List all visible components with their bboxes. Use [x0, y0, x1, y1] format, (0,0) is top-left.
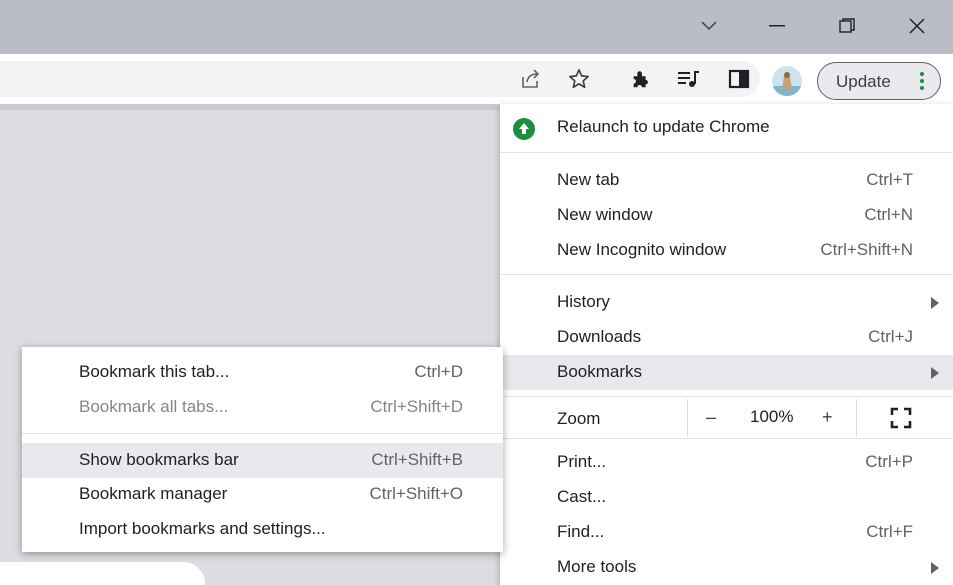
menu-item-label: New tab — [557, 170, 620, 189]
submenu-arrow-icon — [931, 562, 939, 574]
submenu-item-label: Import bookmarks and settings... — [79, 519, 326, 538]
menu-item-new-window[interactable]: New window Ctrl+N — [500, 198, 953, 233]
menu-item-shortcut: Ctrl+F — [866, 522, 913, 541]
menu-divider — [500, 274, 953, 275]
submenu-item-shortcut: Ctrl+D — [414, 362, 463, 381]
zoom-out-button[interactable]: – — [706, 407, 716, 428]
menu-item-label: Bookmarks — [557, 362, 643, 381]
chevron-down-icon[interactable] — [686, 8, 732, 44]
zoom-level: 100% — [750, 407, 794, 426]
menu-item-shortcut: Ctrl+N — [864, 205, 913, 224]
menu-item-history[interactable]: History — [500, 285, 953, 320]
menu-item-label: More tools — [557, 557, 637, 576]
menu-item-label: New Incognito window — [557, 240, 727, 259]
menu-item-shortcut: Ctrl+T — [866, 170, 913, 189]
menu-item-label: Cast... — [557, 487, 607, 506]
menu-item-new-tab[interactable]: New tab Ctrl+T — [500, 163, 953, 198]
page-card — [0, 562, 205, 585]
update-button[interactable]: Update — [817, 62, 941, 100]
submenu-item-bookmark-tab[interactable]: Bookmark this tab... Ctrl+D — [22, 355, 503, 390]
submenu-item-label: Show bookmarks bar — [79, 450, 239, 469]
zoom-in-button[interactable]: + — [822, 407, 833, 428]
restore-icon[interactable] — [824, 8, 870, 44]
menu-item-shortcut: Ctrl+J — [868, 327, 913, 346]
submenu-item-label: Bookmark all tabs... — [79, 397, 229, 416]
media-controls-icon[interactable] — [674, 64, 704, 94]
zoom-controls: – 100% + — [687, 399, 857, 436]
more-vert-icon[interactable] — [914, 70, 930, 92]
title-bar — [0, 0, 953, 54]
submenu-item-shortcut: Ctrl+Shift+B — [371, 450, 463, 469]
menu-item-bookmarks[interactable]: Bookmarks — [500, 355, 953, 390]
bookmarks-submenu: Bookmark this tab... Ctrl+D Bookmark all… — [22, 347, 503, 552]
menu-item-label: Relaunch to update Chrome — [557, 117, 770, 136]
minimize-icon[interactable] — [754, 8, 800, 44]
menu-item-shortcut: Ctrl+P — [865, 452, 913, 471]
submenu-item-shortcut: Ctrl+Shift+O — [369, 484, 463, 503]
update-button-label: Update — [836, 72, 891, 91]
submenu-item-import[interactable]: Import bookmarks and settings... — [22, 512, 503, 547]
side-panel-icon[interactable] — [724, 64, 754, 94]
browser-toolbar: Update — [0, 54, 953, 104]
chrome-main-menu: Relaunch to update Chrome New tab Ctrl+T… — [500, 104, 953, 585]
menu-item-label: Find... — [557, 522, 605, 541]
fullscreen-icon[interactable] — [890, 407, 912, 429]
submenu-divider — [22, 433, 503, 434]
extensions-icon[interactable] — [626, 64, 656, 94]
menu-item-label: Downloads — [557, 327, 642, 346]
content-divider — [0, 104, 500, 110]
menu-item-find[interactable]: Find... Ctrl+F — [500, 515, 953, 550]
menu-item-more-tools[interactable]: More tools — [500, 550, 953, 585]
menu-item-label: Print... — [557, 452, 607, 471]
submenu-item-show-bookmarks-bar[interactable]: Show bookmarks bar Ctrl+Shift+B — [22, 443, 503, 478]
menu-item-downloads[interactable]: Downloads Ctrl+J — [500, 320, 953, 355]
menu-item-print[interactable]: Print... Ctrl+P — [500, 445, 953, 480]
menu-divider — [500, 396, 953, 397]
menu-divider — [500, 438, 953, 439]
update-arrow-icon — [513, 118, 535, 140]
zoom-row: Zoom – 100% + — [500, 399, 953, 436]
submenu-arrow-icon — [931, 297, 939, 309]
menu-item-shortcut: Ctrl+Shift+N — [820, 240, 913, 259]
submenu-item-bookmark-all-tabs[interactable]: Bookmark all tabs... Ctrl+Shift+D — [22, 390, 503, 425]
star-icon[interactable] — [564, 64, 594, 94]
submenu-item-bookmark-manager[interactable]: Bookmark manager Ctrl+Shift+O — [22, 477, 503, 512]
submenu-item-shortcut: Ctrl+Shift+D — [370, 397, 463, 416]
close-icon[interactable] — [894, 8, 940, 44]
avatar[interactable] — [772, 66, 802, 96]
zoom-label: Zoom — [557, 409, 601, 428]
submenu-arrow-icon — [931, 367, 939, 379]
submenu-item-label: Bookmark manager — [79, 484, 228, 503]
menu-item-label: New window — [557, 205, 653, 224]
menu-divider — [500, 152, 953, 153]
submenu-item-label: Bookmark this tab... — [79, 362, 230, 381]
menu-item-new-incognito[interactable]: New Incognito window Ctrl+Shift+N — [500, 233, 953, 268]
menu-item-cast[interactable]: Cast... — [500, 480, 953, 515]
menu-item-relaunch[interactable]: Relaunch to update Chrome — [500, 110, 953, 145]
menu-item-label: History — [557, 292, 610, 311]
share-icon[interactable] — [516, 64, 546, 94]
